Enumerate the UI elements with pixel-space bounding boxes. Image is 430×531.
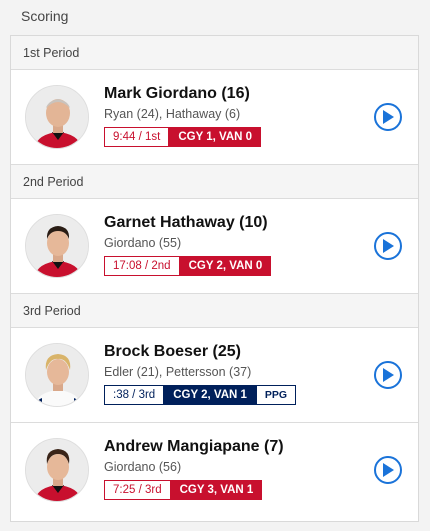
period-label: 2nd Period	[23, 174, 84, 189]
assists-text: Giordano (56)	[104, 460, 182, 474]
play-icon	[383, 463, 394, 477]
player-name[interactable]: Brock Boeser (25)	[104, 343, 241, 361]
score-badge: CGY 2, VAN 1	[164, 385, 256, 405]
player-headshot	[25, 85, 89, 149]
player-headshot	[25, 438, 89, 502]
period-header-2: 2nd Period	[11, 165, 418, 199]
play-video-button[interactable]	[374, 361, 402, 389]
period-header-3: 3rd Period	[11, 294, 418, 328]
score-badge: CGY 2, VAN 0	[179, 256, 272, 276]
assists-text: Ryan (24), Hathaway (6)	[104, 107, 241, 121]
goal-time-badge: :38 / 3rd	[104, 385, 165, 405]
goal-badges: 17:08 / 2nd CGY 2, VAN 0	[104, 256, 272, 276]
goal-badges: 7:25 / 3rd CGY 3, VAN 1	[104, 480, 263, 500]
goal-row: Brock Boeser (25) Edler (21), Pettersson…	[11, 328, 418, 423]
period-label: 1st Period	[23, 45, 80, 60]
goal-badges: :38 / 3rd CGY 2, VAN 1 PPG	[104, 385, 297, 405]
goal-row: Garnet Hathaway (10) Giordano (55) 17:08…	[11, 199, 418, 294]
play-video-button[interactable]	[374, 456, 402, 484]
period-header-1: 1st Period	[11, 36, 418, 70]
player-name[interactable]: Garnet Hathaway (10)	[104, 214, 268, 232]
player-name[interactable]: Mark Giordano (16)	[104, 85, 250, 103]
goal-time-badge: 17:08 / 2nd	[104, 256, 180, 276]
play-icon	[383, 110, 394, 124]
scoring-panel: 1st Period Mark Giordano (16) Ryan (24),…	[10, 35, 419, 522]
score-badge: CGY 1, VAN 0	[169, 127, 262, 147]
player-headshot	[25, 343, 89, 407]
goal-time-badge: 7:25 / 3rd	[104, 480, 171, 500]
play-video-button[interactable]	[374, 232, 402, 260]
power-play-badge: PPG	[255, 385, 297, 405]
play-video-button[interactable]	[374, 103, 402, 131]
goal-row: Mark Giordano (16) Ryan (24), Hathaway (…	[11, 70, 418, 165]
score-badge: CGY 3, VAN 1	[170, 480, 263, 500]
period-label: 3rd Period	[23, 303, 81, 318]
goal-row: Andrew Mangiapane (7) Giordano (56) 7:25…	[11, 423, 418, 518]
scoring-section-title: Scoring	[21, 8, 69, 24]
player-headshot	[25, 214, 89, 278]
goal-time-badge: 9:44 / 1st	[104, 127, 170, 147]
assists-text: Giordano (55)	[104, 236, 182, 250]
goal-badges: 9:44 / 1st CGY 1, VAN 0	[104, 127, 262, 147]
play-icon	[383, 239, 394, 253]
play-icon	[383, 368, 394, 382]
player-name[interactable]: Andrew Mangiapane (7)	[104, 438, 284, 456]
assists-text: Edler (21), Pettersson (37)	[104, 365, 252, 379]
